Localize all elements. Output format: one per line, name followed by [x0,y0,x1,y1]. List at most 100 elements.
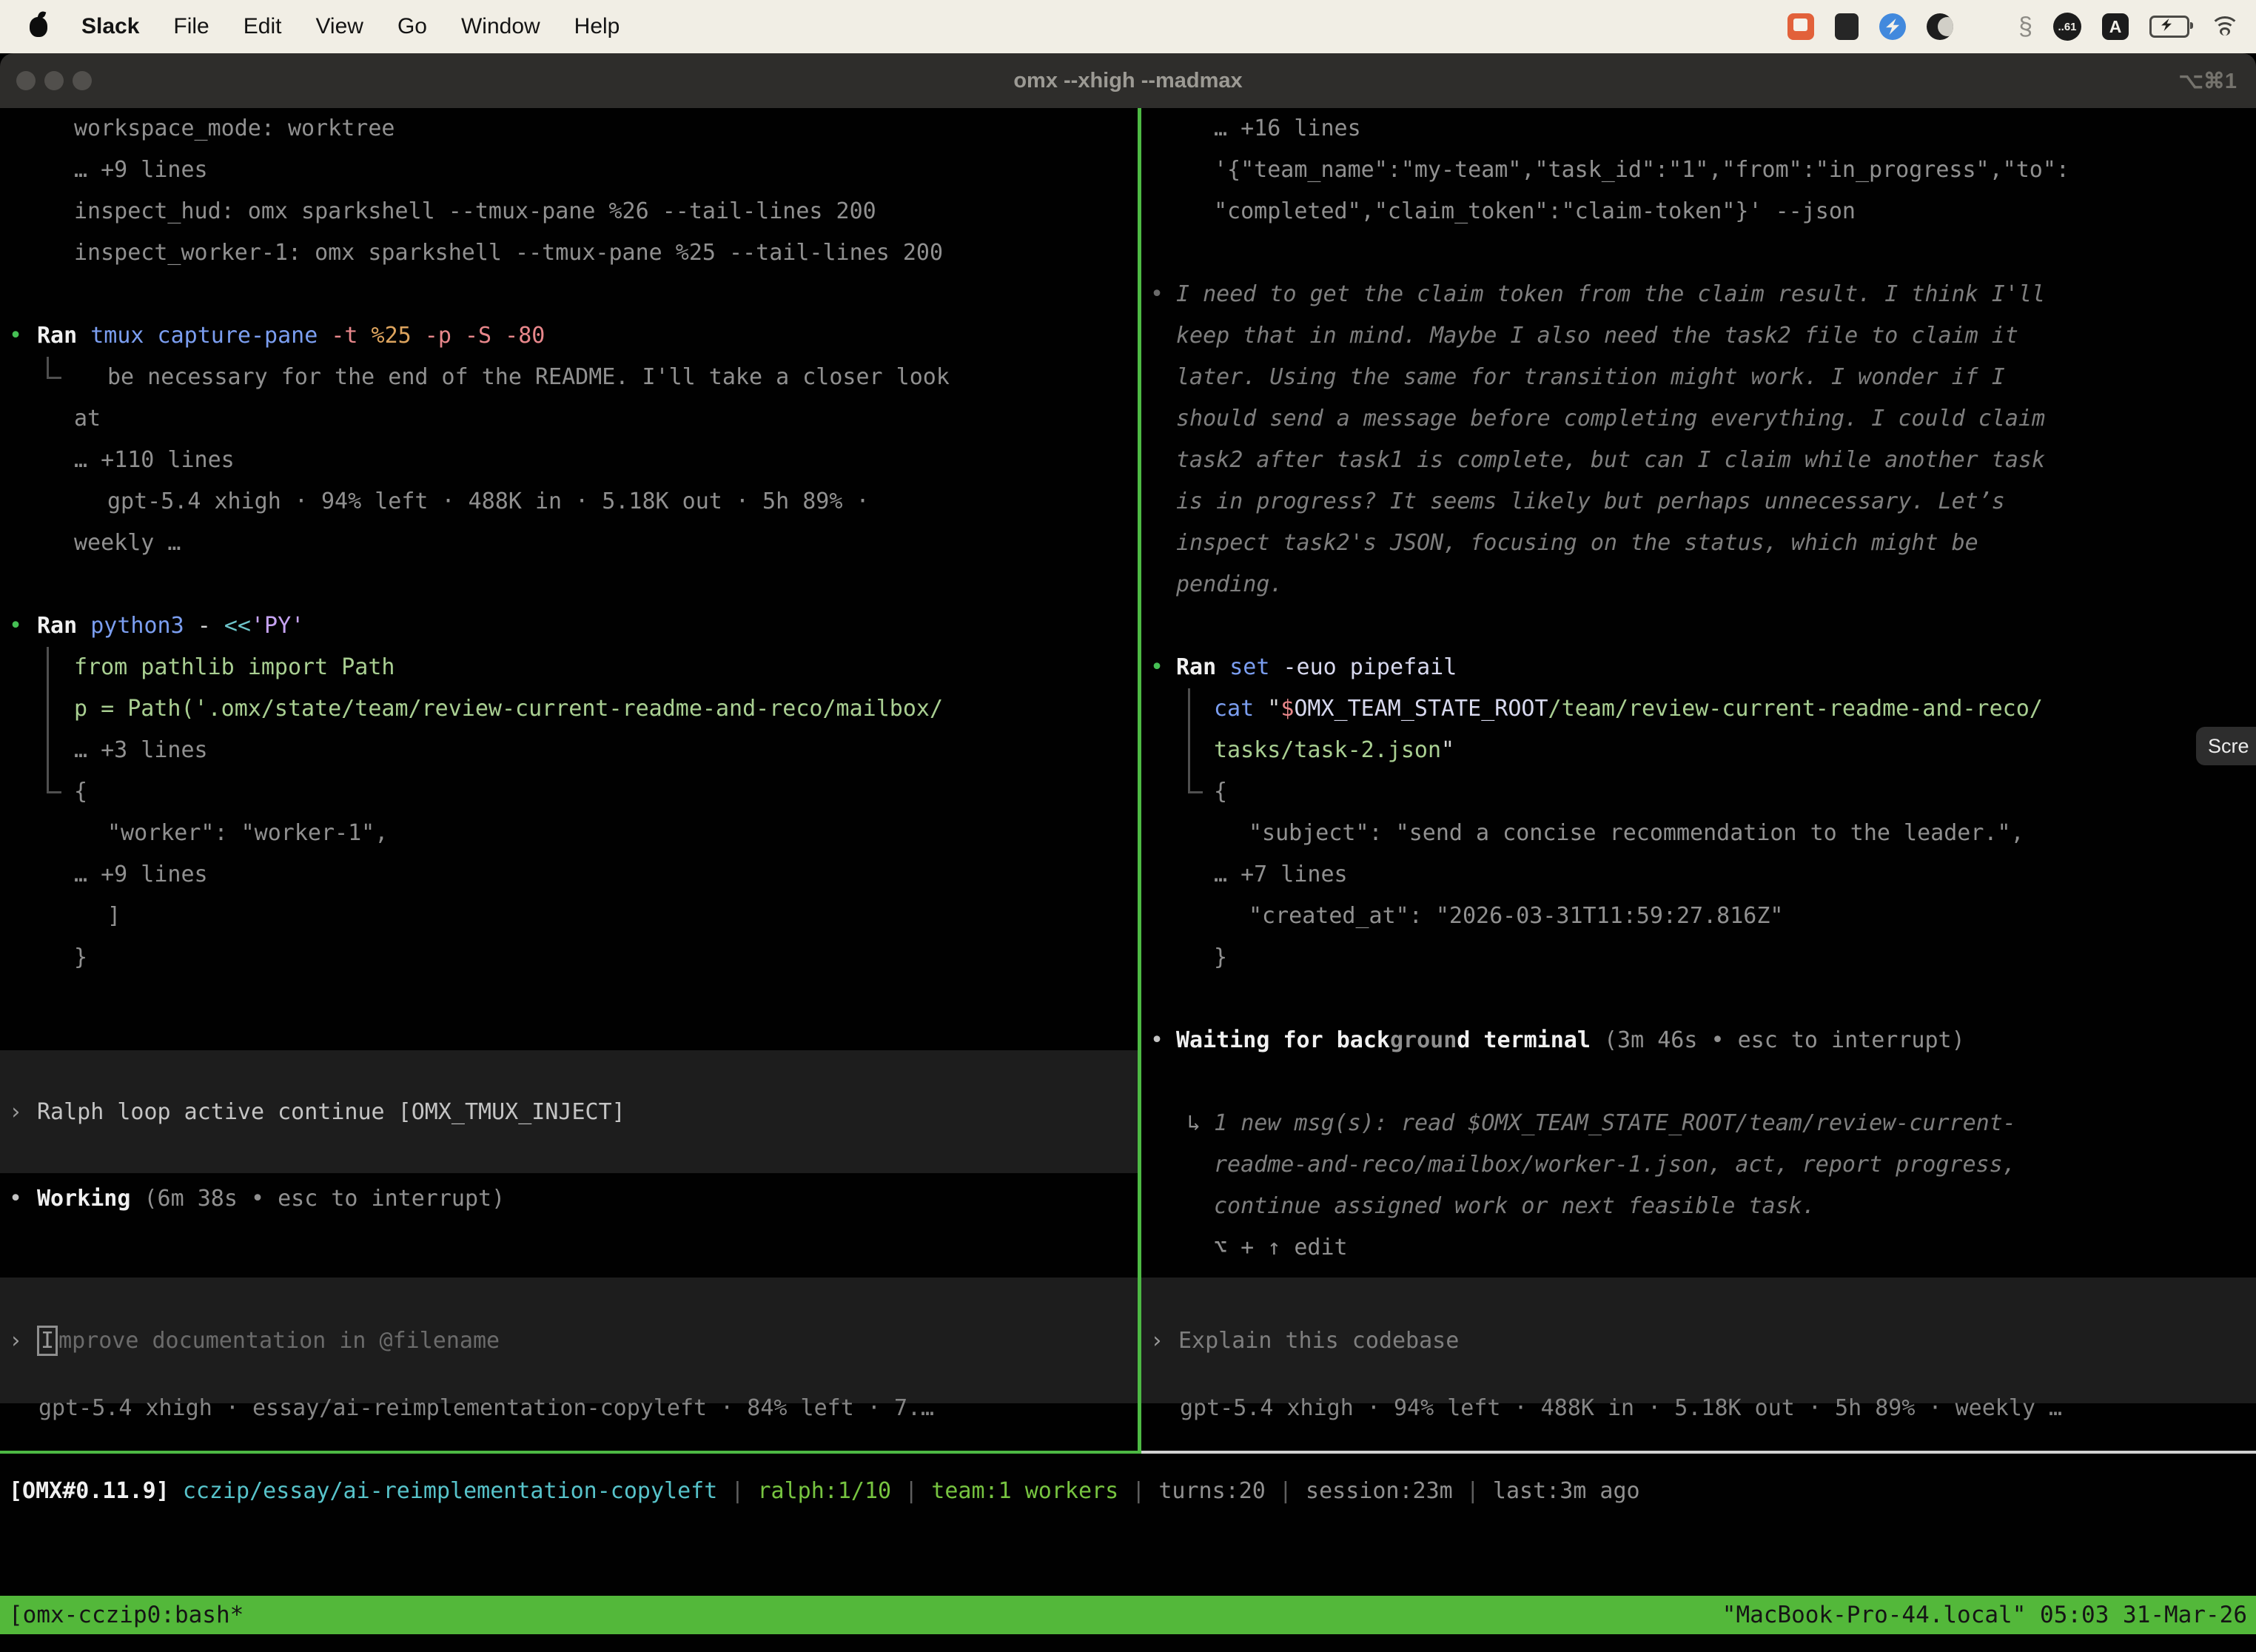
terminal-line: inspect_hud: omx sparkshell --tmux-pane … [0,191,1138,232]
terminal-line: "created_at": "2026-03-31T11:59:27.816Z" [1141,896,2256,937]
prompt-chevron: › [9,1328,22,1354]
menu-item-file[interactable]: File [173,14,209,39]
left-pane[interactable]: workspace_mode: worktree… +9 linesinspec… [0,108,1138,1454]
connector-line [47,647,49,688]
connector-line [1188,771,1203,793]
terminal-line [1141,605,2256,647]
terminal-line: { [1141,771,2256,813]
terminal-line: … +9 lines [0,150,1138,191]
window-titlebar: omx --xhigh --madmax ⌥⌘1 [0,53,2256,108]
apple-menu-icon[interactable] [30,17,47,37]
wifi-icon[interactable] [2210,16,2240,37]
menu-item-help[interactable]: Help [574,14,620,39]
terminal-line: p = Path('.omx/state/team/review-current… [0,688,1138,730]
terminal-window: workspace_mode: worktree… +9 linesinspec… [0,108,2256,1652]
working-label: Working [37,1186,130,1212]
left-pane-output: workspace_mode: worktree… +9 linesinspec… [0,108,1138,978]
terminal-line: ↳ 1 new msg(s): read $OMX_TEAM_STATE_ROO… [1141,1103,2256,1144]
terminal-line: is in progress? It seems likely but perh… [1141,481,2256,523]
line-bullet: • [1150,1020,1164,1061]
terminal-line: pending. [1141,564,2256,605]
left-input-box[interactable]: › Improve documentation in @filename [0,1277,1138,1403]
terminal-line: at [0,398,1138,440]
connector-line [1188,730,1190,771]
line-bullet: • [9,605,22,647]
right-input-box[interactable]: › Explain this codebase [1141,1277,2256,1403]
terminal-line: keep that in mind. Maybe I also need the… [1141,315,2256,357]
prompt-chevron: › [1150,1328,1164,1354]
tmux-session-label: [omx-cczip0:bash* [9,1602,244,1628]
right-pane-output: … +16 lines'{"team_name":"my-team","task… [1141,108,2256,1269]
menu-status-icons: § ..61 A [1787,13,2256,41]
terminal-line: should send a message before completing … [1141,398,2256,440]
text-cursor: I [37,1326,58,1356]
terminal-line: gpt-5.4 xhigh · 94% left · 488K in · 5.1… [0,481,1138,523]
line-bullet: • [1150,274,1164,315]
window-shortcut: ⌥⌘1 [2178,68,2237,94]
terminal-line [0,274,1138,315]
omx-status-segments: [OMX#0.11.9] cczip/essay/ai-reimplementa… [9,1478,1640,1504]
chat-notification-icon[interactable] [1787,13,1814,40]
terminal-line: … +16 lines [1141,108,2256,150]
connector-line [47,730,49,771]
window-title: omx --xhigh --madmax [0,69,2256,93]
squiggle-icon[interactable]: § [2018,14,2032,39]
omx-status-bar: [OMX#0.11.9] cczip/essay/ai-reimplementa… [9,1470,1640,1512]
terminal-line: "subject": "send a concise recommendatio… [1141,813,2256,854]
terminal-line: •Ran tmux capture-pane -t %25 -p -S -80 [0,315,1138,357]
terminal-line: ⌥ + ↑ edit [1141,1227,2256,1269]
terminal-line: } [1141,937,2256,978]
working-status: • Working (6m 38s • esc to interrupt) [0,1178,1138,1220]
terminal-line: { [0,771,1138,813]
ralph-loop-text: Ralph loop active continue [OMX_TMUX_INJ… [37,1099,625,1125]
terminal-line: •I need to get the claim token from the … [1141,274,2256,315]
menu-item-window[interactable]: Window [461,14,540,39]
grid-shield-icon[interactable] [1835,13,1859,40]
screen-notification-overlay: Scre [2196,727,2256,765]
menu-app-name[interactable]: Slack [81,14,139,39]
input-placeholder: mprove documentation in @filename [58,1328,500,1354]
menu-item-go[interactable]: Go [397,14,427,39]
terminal-line: "worker": "worker-1", [0,813,1138,854]
terminal-line: workspace_mode: worktree [0,108,1138,150]
terminal-line: inspect task2's JSON, focusing on the st… [1141,523,2256,564]
terminal-line: … +110 lines [0,440,1138,481]
right-pane-statusline: gpt-5.4 xhigh · 94% left · 488K in · 5.1… [1180,1388,2062,1429]
connector-line [47,771,61,793]
terminal-line: ] [0,896,1138,937]
terminal-line: •Ran python3 - <<'PY' [0,605,1138,647]
menu-item-view[interactable]: View [315,14,363,39]
screen: Slack File Edit View Go Window Help § ..… [0,0,2256,1652]
moon-circle-icon[interactable] [1927,13,1953,40]
terminal-line: '{"team_name":"my-team","task_id":"1","f… [1141,150,2256,191]
terminal-line: cat "$OMX_TEAM_STATE_ROOT/team/review-cu… [1141,688,2256,730]
tmux-status-bar: [omx-cczip0:bash* "MacBook-Pro-44.local"… [0,1596,2256,1634]
battery-icon[interactable] [2149,16,2189,38]
dots-grid-icon[interactable] [1974,15,1998,38]
bolt-badge-icon[interactable] [1879,13,1906,40]
menu-bar: Slack File Edit View Go Window Help § ..… [0,0,2256,53]
terminal-line: inspect_worker-1: omx sparkshell --tmux-… [0,232,1138,274]
overlay-text: Scre [2208,735,2249,758]
prompt-chevron: › [9,1099,22,1125]
status-bullet: • [9,1178,22,1220]
terminal-line: … +3 lines [0,730,1138,771]
terminal-line [1141,232,2256,274]
terminal-line: "completed","claim_token":"claim-token"}… [1141,191,2256,232]
terminal-line: … +7 lines [1141,854,2256,896]
terminal-line: •Waiting for background terminal (3m 46s… [1141,1020,2256,1061]
keyboard-layout-icon[interactable]: A [2102,13,2129,40]
terminal-line: readme-and-reco/mailbox/worker-1.json, a… [1141,1144,2256,1186]
terminal-line: weekly … [0,523,1138,564]
count-badge-icon[interactable]: ..61 [2053,13,2081,41]
terminal-line [1141,1061,2256,1103]
terminal-line: •Ran set -euo pipefail [1141,647,2256,688]
menu-item-edit[interactable]: Edit [244,14,282,39]
working-detail: (6m 38s • esc to interrupt) [130,1186,505,1212]
right-pane[interactable]: … +16 lines'{"team_name":"my-team","task… [1141,108,2256,1454]
terminal-line: continue assigned work or next feasible … [1141,1186,2256,1227]
terminal-line [1141,978,2256,1020]
terminal-line: from pathlib import Path [0,647,1138,688]
terminal-line [0,564,1138,605]
connector-line [47,688,49,730]
